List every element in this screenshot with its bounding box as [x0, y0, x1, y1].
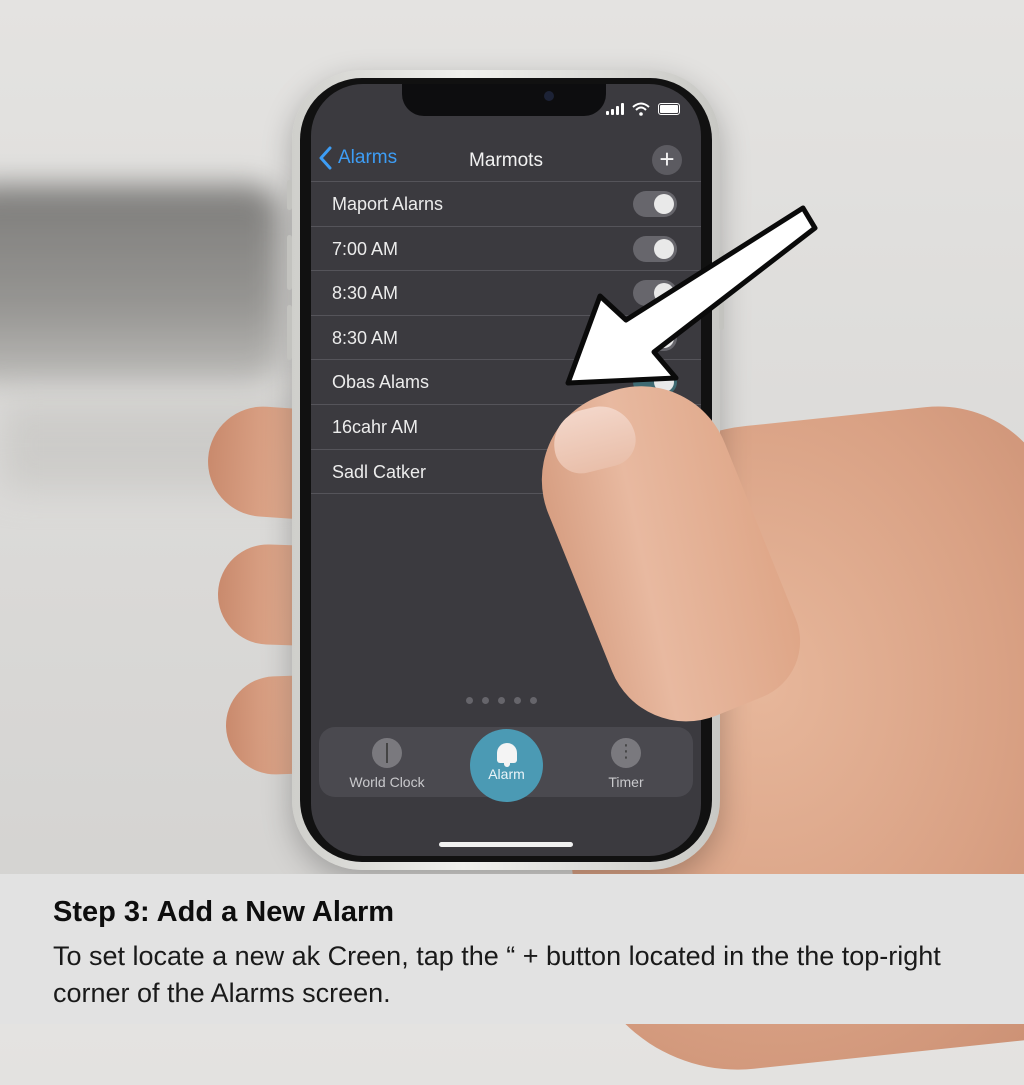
caption-title: Step 3: Add a New Alarm [53, 896, 395, 928]
pointer-arrow-icon [565, 205, 818, 386]
caption-body: To set locate a new ak Creen, tap the “ … [53, 941, 941, 1008]
